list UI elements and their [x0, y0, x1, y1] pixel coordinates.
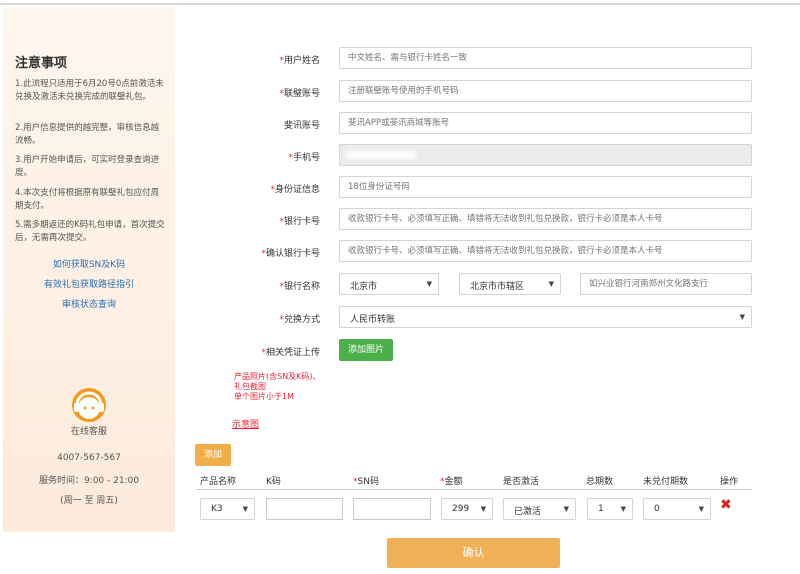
kcode-input[interactable]: [266, 498, 343, 520]
city-select[interactable]: 北京市 ▼: [339, 273, 439, 295]
table-divider: [196, 489, 752, 490]
exchange-method-select[interactable]: 人民币转账 ▼: [339, 306, 752, 328]
header-sn: *SN码: [353, 477, 379, 487]
product-select[interactable]: K3 ▼: [200, 498, 255, 520]
dropdown-arrow-icon: ▼: [563, 505, 569, 513]
bank-name-label: *银行名称: [279, 282, 320, 292]
header-product: 产品名称: [200, 477, 237, 487]
dropdown-arrow-icon: ▼: [242, 505, 248, 513]
feixun-label: 斐讯账号: [283, 121, 320, 131]
dropdown-arrow-icon: ▼: [480, 505, 486, 513]
card-label: *银行卡号: [279, 217, 320, 227]
district-value: 北京市市辖区: [470, 282, 525, 292]
sidebar: 注意事项 1.此流程只适用于6月20号0点前激活未兑换及激活未兑换完成的联璧礼包…: [3, 7, 175, 532]
bank-card-confirm-input[interactable]: [339, 240, 752, 262]
confirm-button[interactable]: 确认: [387, 538, 560, 568]
online-service-label[interactable]: 在线客服: [3, 424, 175, 437]
product-value: K3: [211, 504, 223, 514]
add-row-button[interactable]: 添加: [195, 444, 231, 466]
note-4: 4.本次支付将根据原有联璧礼包应付周期支付。: [15, 188, 160, 211]
activated-select[interactable]: 已激活 ▼: [503, 498, 576, 520]
service-phone: 4007-567-567: [57, 453, 121, 463]
unpaid-periods-select[interactable]: 0 ▼: [643, 498, 711, 520]
upload-hint: 产品照片(含SN及K码)、 礼包截图 单个图片小于1M: [234, 372, 321, 402]
header-kcode: K码: [266, 477, 281, 487]
bank-branch-input[interactable]: [580, 273, 752, 295]
add-image-button[interactable]: 添加图片: [339, 339, 393, 361]
dropdown-arrow-icon: ▼: [739, 313, 745, 321]
periods-value: 1: [598, 504, 604, 514]
sn-input[interactable]: [353, 498, 431, 520]
header-total-periods: 总期数: [586, 477, 614, 487]
feixun-account-input[interactable]: [339, 112, 752, 134]
lianbi-label: *联璧账号: [279, 89, 320, 99]
total-periods-select[interactable]: 1 ▼: [587, 498, 633, 520]
lianbi-account-input[interactable]: [339, 80, 752, 102]
hint-line-1: 产品照片(含SN及K码)、: [234, 372, 321, 381]
customer-service-icon[interactable]: [69, 385, 109, 425]
dropdown-arrow-icon: ▼: [548, 280, 554, 288]
method-value: 人民币转账: [350, 315, 396, 325]
amount-select[interactable]: 299 ▼: [441, 498, 493, 520]
amount-value: 299: [452, 504, 470, 514]
link-get-sn-kcode[interactable]: 如何获取SN及K码: [3, 257, 175, 270]
dropdown-arrow-icon: ▼: [698, 505, 704, 513]
link-review-status[interactable]: 审核状态查询: [3, 297, 175, 310]
dropdown-arrow-icon: ▼: [426, 280, 432, 288]
header-unpaid-periods: 未兑付期数: [643, 477, 689, 487]
id-label: *身份证信息: [270, 185, 320, 195]
name-label: *用户姓名: [279, 56, 320, 66]
hint-line-2: 礼包截图: [234, 382, 266, 391]
header-operation: 操作: [720, 477, 739, 487]
note-3: 3.用户开始申请后，可实时登录查询进度。: [15, 155, 160, 178]
header-activated: 是否激活: [503, 477, 540, 487]
service-hours: 服务时间：9:00 - 21:00: [38, 476, 140, 486]
note-5: 5.需多期返还的K码礼包申请，首次提交后，无需再次提交。: [15, 220, 165, 243]
upload-label: *相关凭证上传: [261, 348, 320, 358]
unpaid-value: 0: [654, 504, 660, 514]
activated-value: 已激活: [514, 507, 542, 517]
name-input[interactable]: [339, 47, 752, 69]
dropdown-arrow-icon: ▼: [620, 505, 626, 513]
note-1: 1.此流程只适用于6月20号0点前激活未兑换及激活未兑换完成的联璧礼包。: [15, 79, 164, 102]
sample-image-link[interactable]: 示意图: [232, 417, 259, 430]
service-days: (周一 至 周五): [60, 496, 118, 506]
link-gift-path-guide[interactable]: 有效礼包获取路径指引: [3, 277, 175, 290]
phone-label: *手机号: [288, 153, 320, 163]
card-confirm-label: *确认银行卡号: [261, 249, 320, 259]
district-select[interactable]: 北京市市辖区 ▼: [459, 273, 561, 295]
id-card-input[interactable]: [339, 176, 752, 198]
city-value: 北京市: [350, 282, 378, 292]
header-amount: *金额: [440, 477, 463, 487]
hint-line-3: 单个图片小于1M: [234, 392, 294, 401]
phone-mask: [346, 151, 416, 159]
note-2: 2.用户信息提供的越完整，审核信息越流畅。: [15, 123, 160, 146]
top-divider: [0, 3, 800, 5]
notice-title: 注意事项: [15, 56, 68, 71]
bank-card-input[interactable]: [339, 208, 752, 230]
delete-row-icon[interactable]: ✖: [720, 497, 732, 513]
method-label: *兑换方式: [279, 315, 320, 325]
